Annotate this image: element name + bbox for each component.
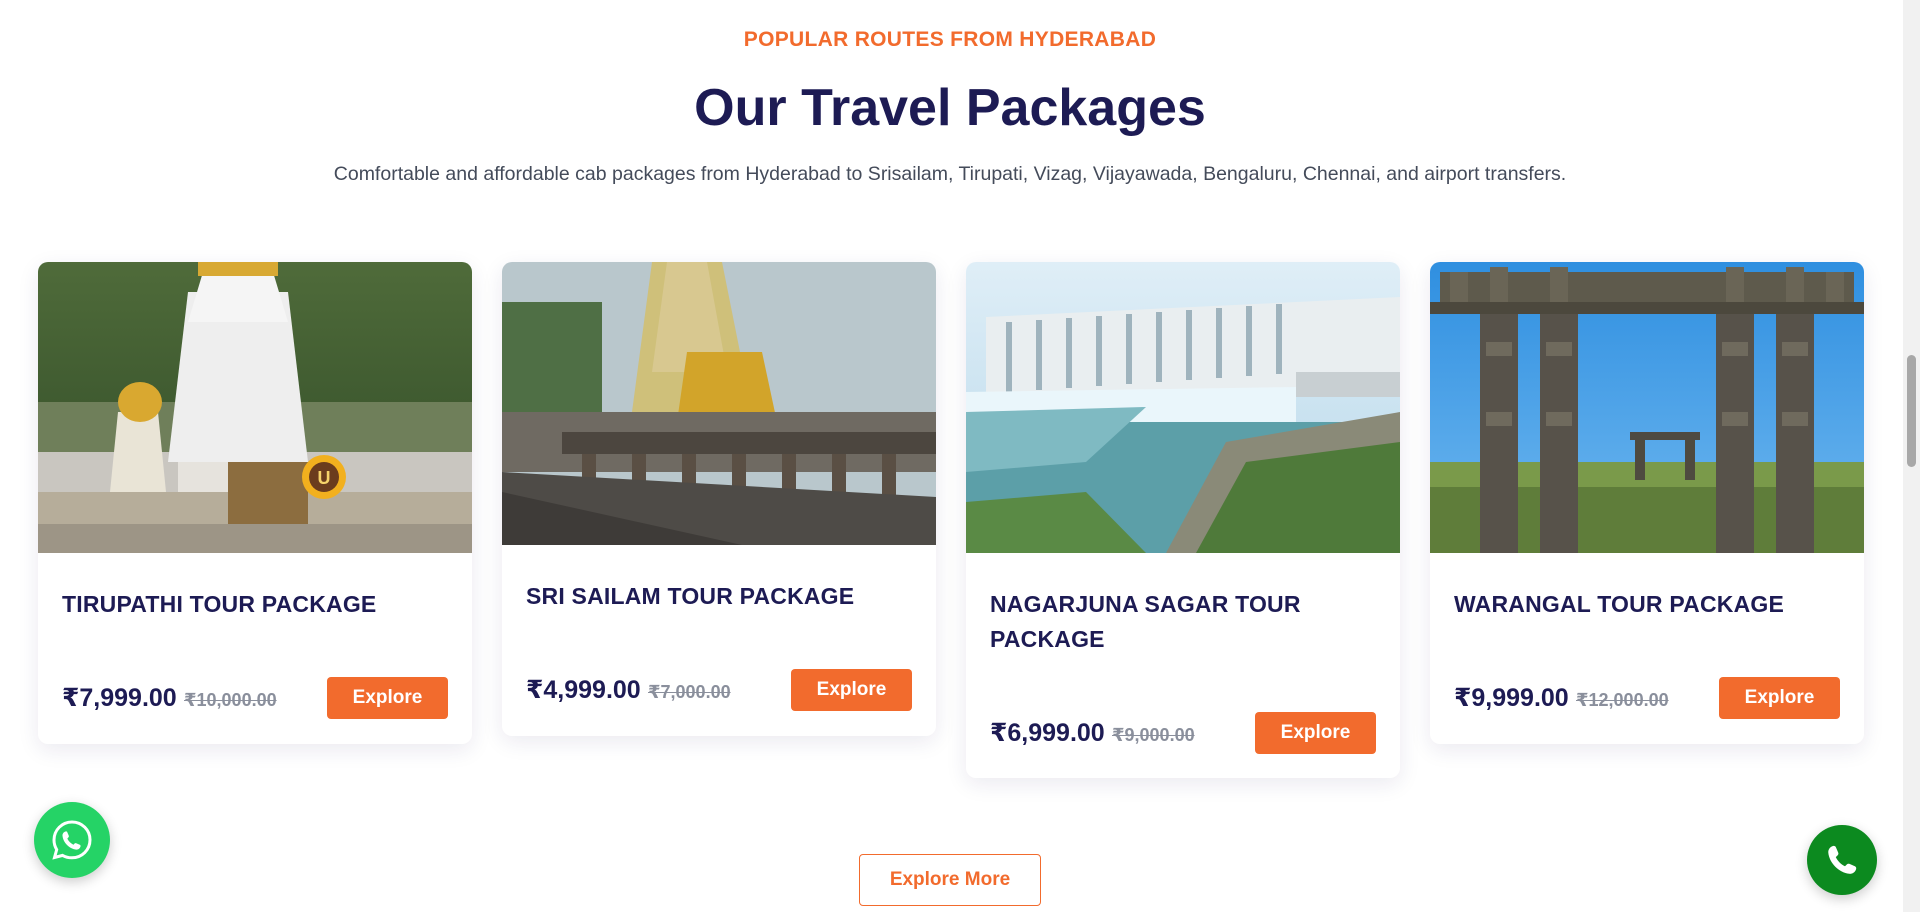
package-card-tirupathi[interactable]: U TIRUPATHI TOUR PACKAGE ₹7,999.00 ₹10,0… — [38, 262, 472, 744]
scrollbar-thumb[interactable] — [1907, 355, 1916, 467]
phone-icon — [1828, 845, 1857, 874]
page: POPULAR ROUTES FROM HYDERABAD Our Travel… — [0, 0, 1920, 912]
price-row: ₹6,999.00 ₹9,000.00 Explore — [990, 712, 1376, 754]
package-old-price: ₹10,000.00 — [184, 690, 277, 710]
explore-button[interactable]: Explore — [1255, 712, 1376, 754]
section-subtitle: Comfortable and affordable cab packages … — [333, 163, 1567, 185]
explore-more-button[interactable]: Explore More — [859, 854, 1041, 906]
section-title: Our Travel Packages — [694, 79, 1206, 137]
package-price: ₹7,999.00 — [62, 684, 177, 712]
warangal-kakatiya-arch-photo[interactable] — [1430, 262, 1864, 553]
package-title: WARANGAL TOUR PACKAGE — [1454, 591, 1785, 617]
package-price: ₹4,999.00 — [526, 676, 641, 704]
whatsapp-icon — [52, 820, 92, 860]
whatsapp-button[interactable] — [34, 802, 110, 878]
package-old-price: ₹7,000.00 — [648, 682, 731, 702]
svg-text:U: U — [318, 468, 331, 488]
nagarjuna-sagar-dam-photo[interactable] — [966, 262, 1400, 553]
package-title: SRI SAILAM TOUR PACKAGE — [526, 583, 855, 609]
tirupati-temple-photo[interactable]: U — [38, 262, 472, 553]
explore-button[interactable]: Explore — [791, 669, 912, 711]
package-price: ₹6,999.00 — [990, 719, 1105, 747]
package-title: TIRUPATHI TOUR PACKAGE — [62, 591, 377, 617]
explore-button[interactable]: Explore — [1719, 677, 1840, 719]
package-old-price: ₹12,000.00 — [1576, 690, 1669, 710]
price-row: ₹4,999.00 ₹7,000.00 Explore — [526, 669, 912, 711]
package-old-price: ₹9,000.00 — [1112, 725, 1195, 745]
package-card-srisailam[interactable]: SRI SAILAM TOUR PACKAGE ₹4,999.00 ₹7,000… — [502, 262, 936, 736]
price-row: ₹7,999.00 ₹10,000.00 Explore — [62, 677, 448, 719]
price-row: ₹9,999.00 ₹12,000.00 Explore — [1454, 677, 1840, 719]
srisailam-temple-photo[interactable] — [502, 262, 936, 545]
package-price: ₹9,999.00 — [1454, 684, 1569, 712]
explore-button[interactable]: Explore — [327, 677, 448, 719]
package-card-warangal[interactable]: WARANGAL TOUR PACKAGE ₹9,999.00 ₹12,000.… — [1430, 262, 1864, 744]
call-button[interactable] — [1807, 825, 1877, 895]
package-title: NAGARJUNA SAGAR TOUR PACKAGE — [990, 591, 1301, 652]
section-eyebrow: POPULAR ROUTES FROM HYDERABAD — [743, 28, 1157, 51]
page-scrollbar[interactable] — [1903, 0, 1920, 912]
package-card-nagarjuna-sagar[interactable]: NAGARJUNA SAGAR TOUR PACKAGE ₹6,999.00 ₹… — [966, 262, 1400, 778]
